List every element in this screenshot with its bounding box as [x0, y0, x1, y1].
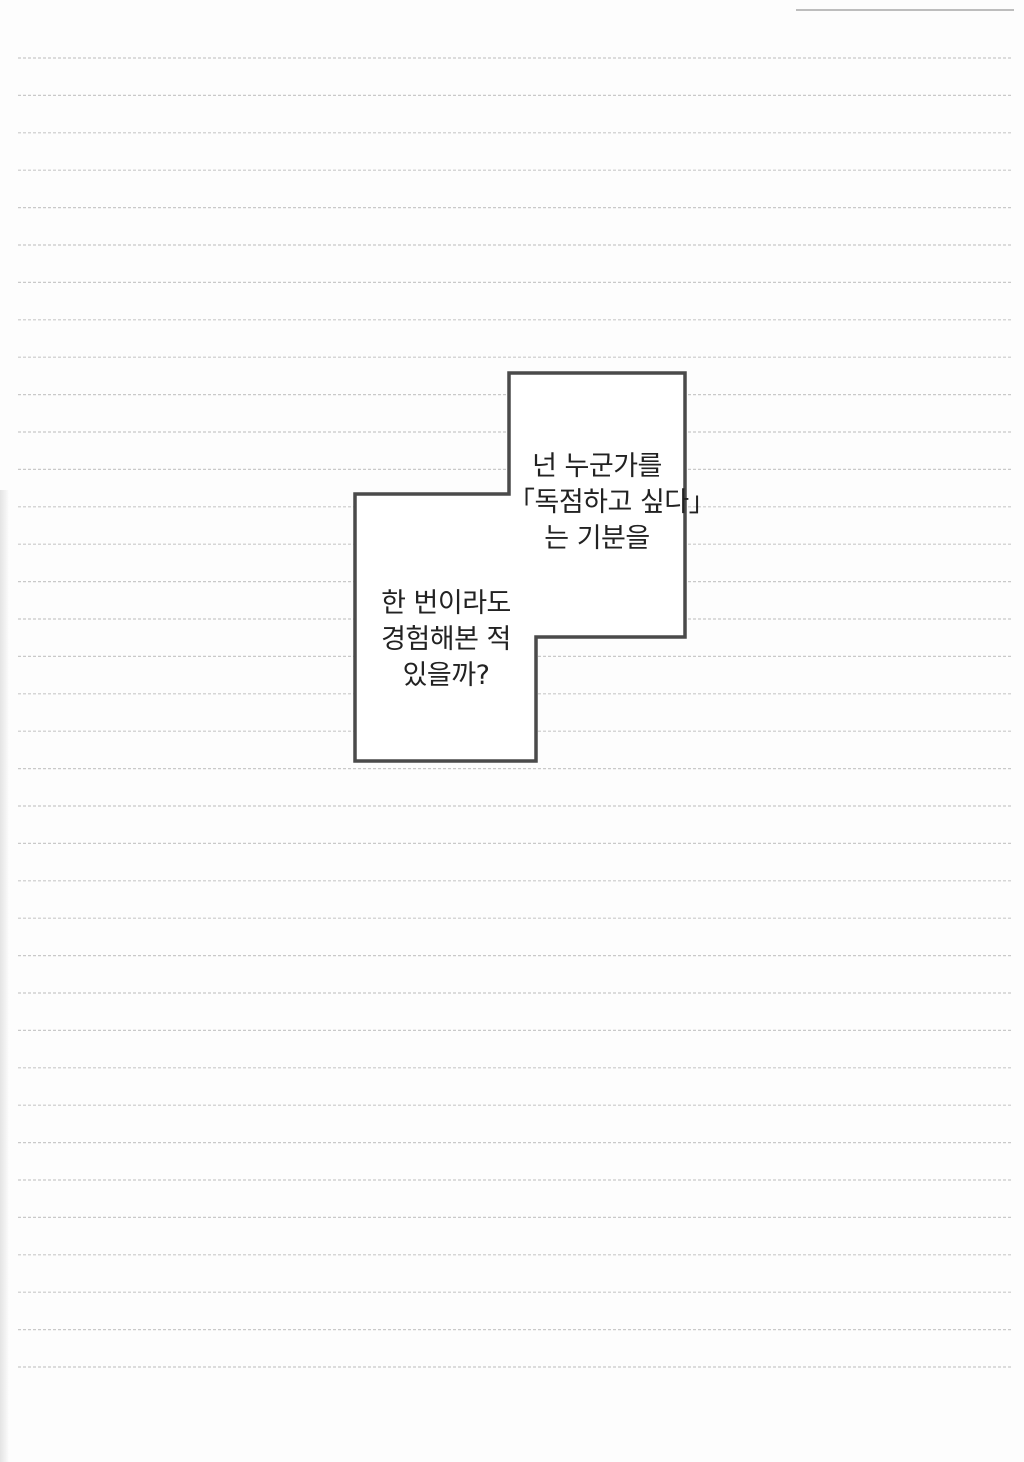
- narration-panel-outline: [353, 371, 687, 763]
- narration-line: 경험해본 적: [381, 624, 511, 655]
- manga-page: 넌 누군가를 「독점하고 싶다」 는 기분을 한 번이라도 경험해본 적 있을까…: [0, 0, 1024, 1462]
- narration-panel-frame: [353, 371, 687, 763]
- narration-text-top: 넌 누군가를 「독점하고 싶다」 는 기분을: [508, 449, 716, 557]
- narration-line: 「독점하고 싶다」: [508, 487, 716, 518]
- narration-line: 있을까?: [402, 660, 490, 691]
- narration-line: 는 기분을: [544, 523, 650, 554]
- narration-line: 한 번이라도: [381, 588, 511, 619]
- narration-line: 넌 누군가를: [532, 451, 662, 482]
- narration-text-bottom: 한 번이라도 경험해본 적 있을까?: [356, 586, 536, 694]
